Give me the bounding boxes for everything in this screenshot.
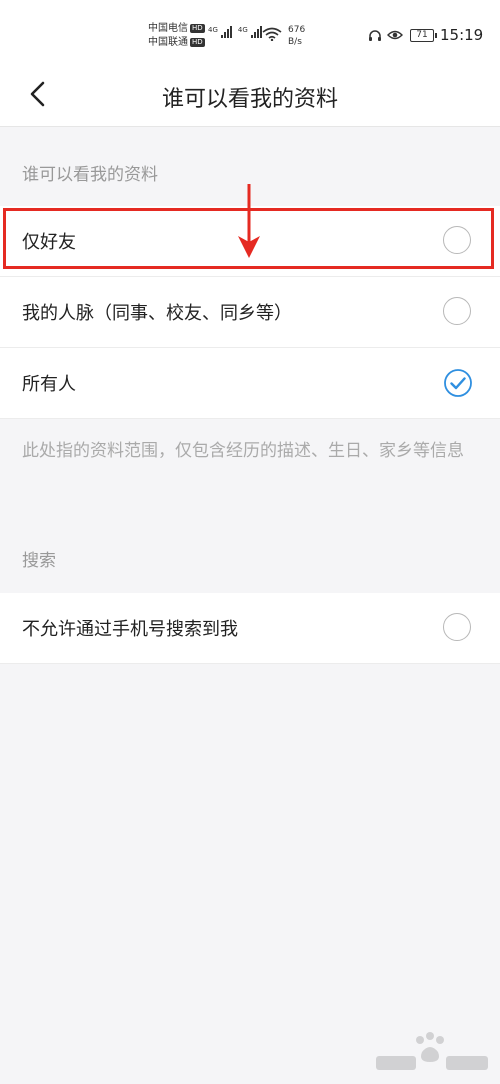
section-header-visibility: 谁可以看我的资料 [22,165,158,185]
signal-icon: 4G [238,26,262,38]
speed-value: 676 [288,25,306,35]
watermark-logo [376,1032,488,1070]
radio-unchecked-icon[interactable] [443,297,471,325]
page-title: 谁可以看我的资料 [161,87,338,112]
network-type: 4G [237,26,248,34]
radio-unchecked-icon[interactable] [443,613,471,641]
option-label: 仅好友 [22,232,76,253]
network-speed: 676 B/s [288,24,305,48]
speed-unit: B/s [288,37,302,47]
option-friends-only[interactable]: 仅好友 [0,206,500,277]
carrier-1: 中国电信 [148,23,188,34]
option-label: 不允许通过手机号搜索到我 [22,619,238,640]
option-block-phone-search[interactable]: 不允许通过手机号搜索到我 [0,593,500,664]
carrier-info: 中国电信 HD 中国联通 HD [148,22,205,50]
option-label: 我的人脉（同事、校友、同乡等） [22,303,292,324]
option-label: 所有人 [22,374,76,395]
signal-icon: 4G [208,26,232,38]
hd-badge: HD [190,38,205,47]
scope-note: 此处指的资料范围，仅包含经历的描述、生日、家乡等信息 [22,441,464,461]
status-bar: 中国电信 HD 中国联通 HD 4G 4G 676 B/s 71 15:19 [0,0,500,62]
radio-unchecked-icon[interactable] [443,226,471,254]
wifi-icon [262,27,282,41]
clock: 15:19 [440,26,484,44]
signal-indicators: 4G 4G [208,26,262,38]
section-header-search: 搜索 [22,551,56,571]
option-my-network[interactable]: 我的人脉（同事、校友、同乡等） [0,277,500,348]
network-type: 4G [208,26,218,34]
headset-icon [369,30,381,41]
option-everyone[interactable]: 所有人 [0,348,500,419]
nav-bar: 谁可以看我的资料 [0,62,500,127]
carrier-2: 中国联通 [148,37,188,48]
battery-icon: 71 [410,29,437,42]
radio-checked-icon[interactable] [443,368,473,398]
eye-icon [387,30,403,40]
hd-badge: HD [190,24,205,33]
